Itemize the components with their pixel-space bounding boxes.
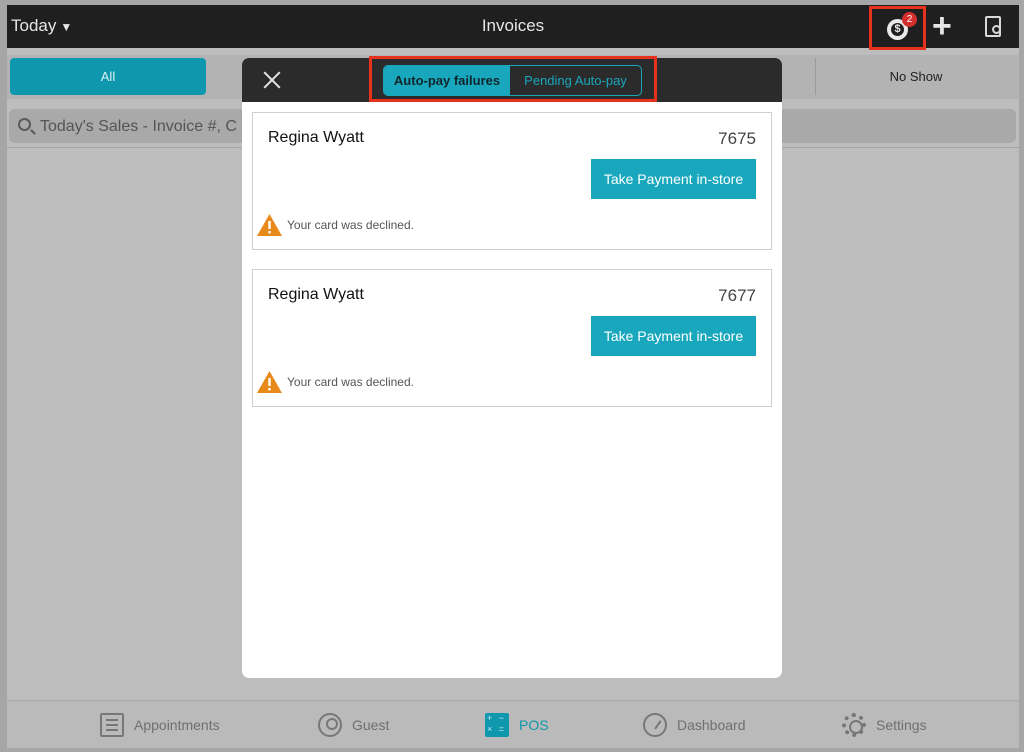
tab-label: Guest bbox=[352, 717, 390, 733]
calculator-icon bbox=[485, 713, 509, 737]
search-input[interactable]: Today's Sales - Invoice #, C bbox=[40, 118, 237, 136]
warning-icon bbox=[256, 213, 283, 237]
dollar-icon: $ bbox=[894, 23, 901, 35]
customer-name: Regina Wyatt bbox=[268, 129, 364, 146]
tab-pos[interactable]: POS bbox=[485, 701, 549, 748]
page-title: Invoices bbox=[481, 16, 545, 35]
magnifier-icon bbox=[992, 25, 1001, 34]
gear-icon bbox=[842, 713, 866, 737]
tab-label: POS bbox=[519, 717, 549, 733]
customer-name: Regina Wyatt bbox=[268, 286, 364, 303]
tab-settings[interactable]: Settings bbox=[842, 701, 927, 748]
speedometer-icon bbox=[643, 713, 667, 737]
user-icon bbox=[318, 713, 342, 737]
tab-dashboard[interactable]: Dashboard bbox=[643, 701, 746, 748]
decline-message: Your card was declined. bbox=[287, 218, 414, 232]
tab-appointments[interactable]: Appointments bbox=[100, 701, 220, 748]
tab-label: Appointments bbox=[134, 717, 220, 733]
invoice-number: 7677 bbox=[718, 286, 756, 305]
list-icon bbox=[100, 713, 124, 737]
invoice-number: 7675 bbox=[718, 129, 756, 148]
decline-message: Your card was declined. bbox=[287, 375, 414, 389]
failure-card: Regina Wyatt 7675 Take Payment in-store … bbox=[252, 112, 772, 250]
tab-guest[interactable]: Guest bbox=[318, 701, 389, 748]
take-payment-button[interactable]: Take Payment in-store bbox=[591, 159, 756, 199]
take-payment-button[interactable]: Take Payment in-store bbox=[591, 316, 756, 356]
warning-icon bbox=[256, 370, 283, 394]
search-icon bbox=[18, 118, 31, 131]
failure-card: Regina Wyatt 7677 Take Payment in-store … bbox=[252, 269, 772, 407]
top-bar: Today ▼ Invoices $ 2 + bbox=[7, 5, 1019, 48]
plus-icon[interactable]: + bbox=[932, 9, 952, 43]
highlight-box-tabs bbox=[369, 56, 657, 102]
filter-all-tab[interactable]: All bbox=[10, 58, 206, 95]
report-search-icon[interactable] bbox=[985, 16, 1001, 37]
autopay-modal: Auto-pay failures Pending Auto-pay Regin… bbox=[242, 58, 782, 678]
close-icon[interactable] bbox=[262, 70, 282, 90]
bottom-tab-bar: Appointments Guest POS Dashboard Setting… bbox=[7, 700, 1019, 748]
tab-label: Dashboard bbox=[677, 717, 746, 733]
device-frame: Today ▼ Invoices $ 2 + All No Show Today'… bbox=[0, 0, 1024, 752]
app-screen: Today ▼ Invoices $ 2 + All No Show Today'… bbox=[7, 5, 1019, 748]
tab-label: Settings bbox=[876, 717, 927, 733]
filter-no-show-tab[interactable]: No Show bbox=[815, 58, 1016, 95]
